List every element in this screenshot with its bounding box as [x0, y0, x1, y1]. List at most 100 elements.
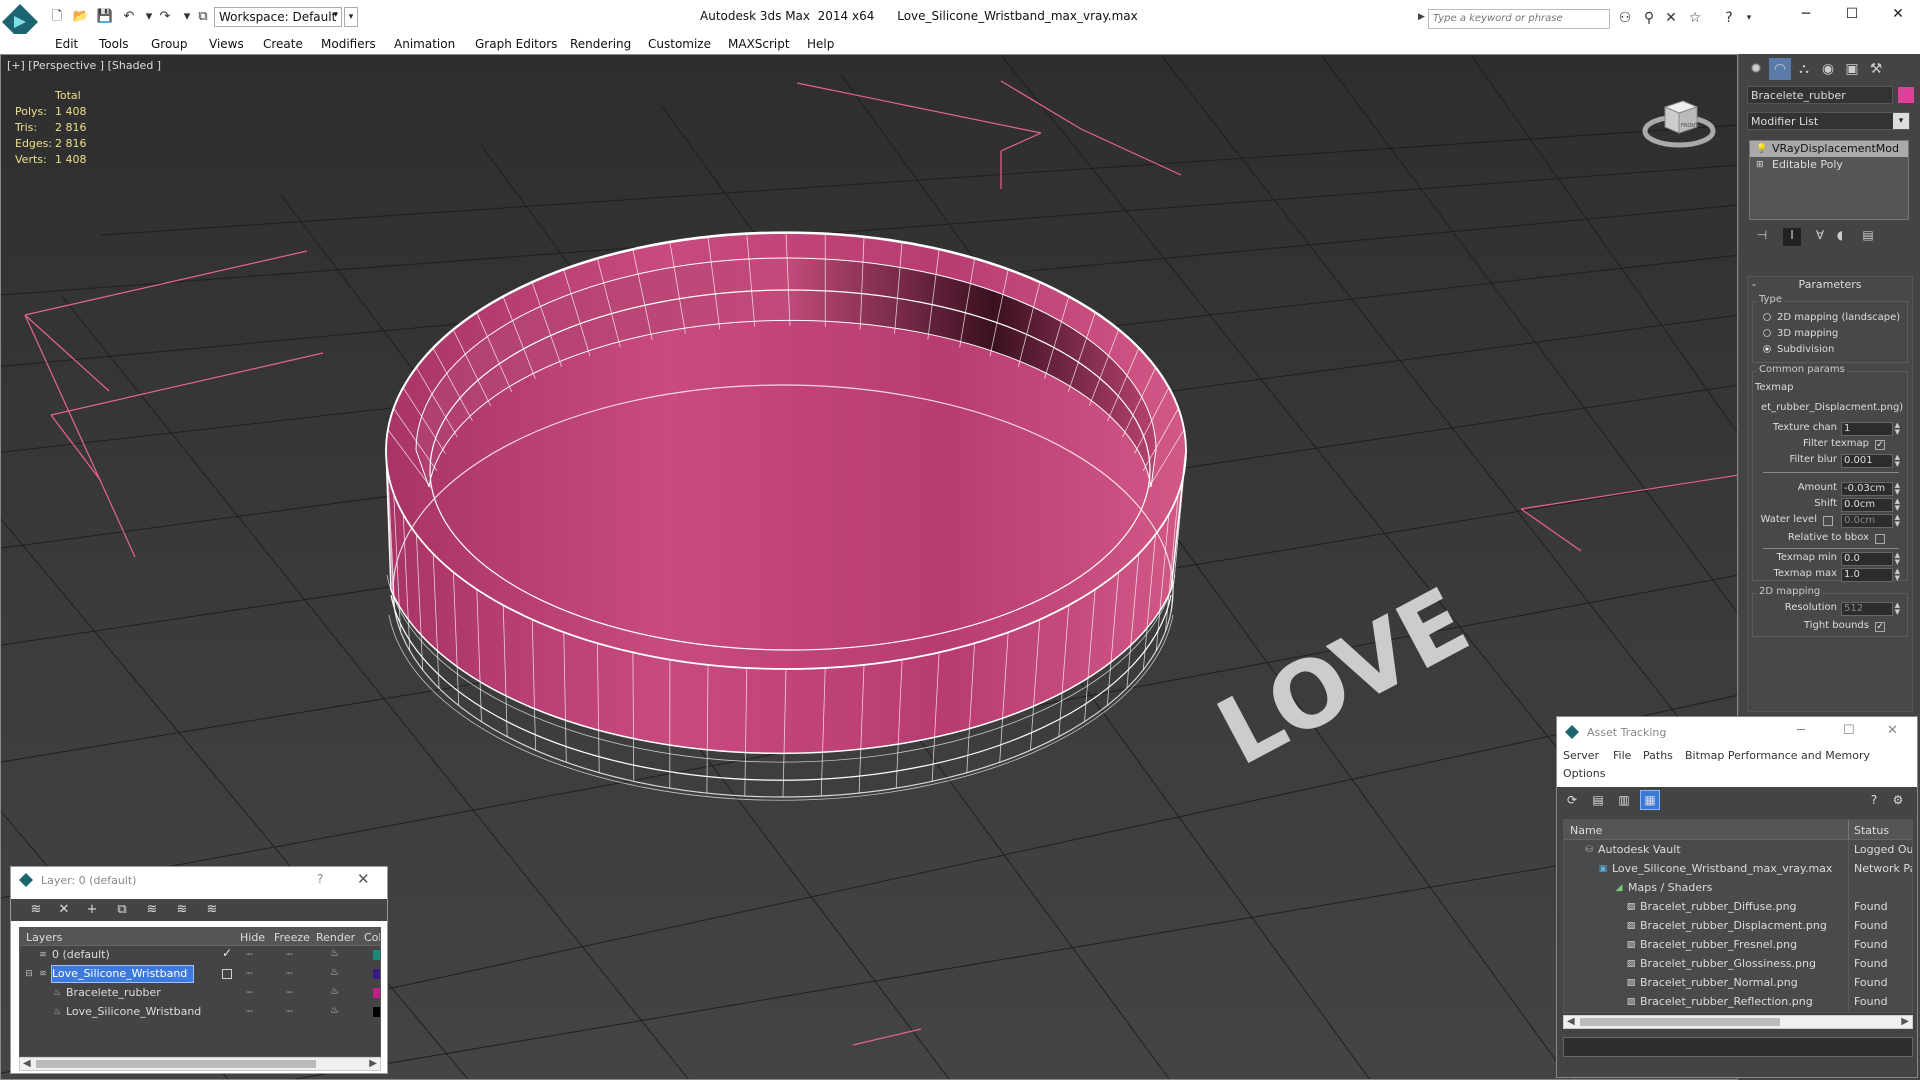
column-color[interactable]: Col	[364, 931, 380, 944]
layer-row[interactable]: ♨ Love_Silicone_Wristband ┉ ┉ ♨	[20, 1003, 380, 1022]
freeze-toggle[interactable]: ┉	[286, 967, 293, 980]
viewcube[interactable]: FRONT	[1641, 85, 1717, 155]
water-level-checkbox[interactable]	[1823, 516, 1833, 526]
workspace-menu-button[interactable]: ▾	[344, 7, 358, 27]
column-render[interactable]: Render	[316, 931, 355, 944]
expand-plus-icon[interactable]: ⊞	[1756, 160, 1766, 170]
freeze-toggle[interactable]: ┉	[286, 986, 293, 999]
display-tab-icon[interactable]: ▣	[1841, 58, 1863, 80]
layer-horizontal-scrollbar[interactable]: ◀ ▶	[19, 1057, 381, 1071]
help-icon[interactable]: ?	[317, 872, 323, 886]
search-expand-icon[interactable]: ▶	[1418, 12, 1425, 22]
viewport-label[interactable]: [+] [Perspective ] [Shaded ]	[7, 59, 161, 72]
scroll-right-icon[interactable]: ▶	[1901, 1016, 1909, 1027]
help-dropdown-icon[interactable]: ▾	[1740, 10, 1758, 26]
radio-subdivision[interactable]: Subdivision	[1763, 344, 1834, 355]
spinner-arrows-icon[interactable]: ▲ ▼	[1895, 454, 1900, 468]
stack-item-vray-displacement[interactable]: 💡 VRayDisplacementMod	[1750, 141, 1908, 157]
modify-tab-icon[interactable]: ◠	[1769, 58, 1791, 80]
filter-blur-spinner[interactable]: 0.001 ▲ ▼	[1841, 454, 1900, 468]
layer-color-swatch[interactable]	[373, 969, 380, 979]
scroll-thumb[interactable]	[1580, 1018, 1780, 1026]
spinner-arrows-icon[interactable]: ▲ ▼	[1895, 422, 1900, 436]
utilities-tab-icon[interactable]: ⚒	[1865, 58, 1887, 80]
close-icon[interactable]: ✕	[1886, 6, 1910, 26]
layer-name[interactable]: Love_Silicone_Wristband	[66, 1004, 207, 1020]
hide-all-icon[interactable]: ≋	[173, 901, 191, 919]
filter-texmap-checkbox[interactable]: ✓	[1875, 440, 1885, 450]
create-tab-icon[interactable]: ✹	[1745, 58, 1767, 80]
radio-2d-mapping[interactable]: 2D mapping (landscape)	[1763, 312, 1900, 323]
menu-edit[interactable]: Edit	[55, 37, 78, 51]
minimize-icon[interactable]: ─	[1794, 6, 1818, 26]
help-icon[interactable]: ?	[1865, 791, 1883, 809]
texmap-button[interactable]: et_rubber_Displacment.png)	[1759, 400, 1903, 416]
menu-modifiers[interactable]: Modifiers	[321, 37, 376, 51]
scroll-right-icon[interactable]: ▶	[369, 1058, 377, 1069]
texmap-min-spinner[interactable]: 0.0 ▲ ▼	[1841, 552, 1900, 566]
settings-gear-icon[interactable]: ⚙	[1889, 791, 1907, 809]
hide-toggle[interactable]: ┉	[246, 967, 253, 980]
spinner-arrows-icon[interactable]: ▲ ▼	[1895, 552, 1900, 566]
menu-group[interactable]: Group	[151, 37, 188, 51]
scroll-left-icon[interactable]: ◀	[23, 1058, 31, 1069]
menu-create[interactable]: Create	[263, 37, 303, 51]
hierarchy-tab-icon[interactable]: ⛬	[1793, 58, 1815, 80]
asset-menu-bitmap-performance[interactable]: Bitmap Performance and Memory	[1685, 749, 1870, 762]
spinner-arrows-icon[interactable]: ▲ ▼	[1895, 498, 1900, 512]
asset-row[interactable]: ▨ Bracelet_rubber_Displacment.png Found	[1564, 916, 1912, 935]
select-in-layer-icon[interactable]: ⧉	[113, 901, 131, 919]
freeze-all-icon[interactable]: ≋	[203, 901, 221, 919]
asset-menu-paths[interactable]: Paths	[1643, 749, 1673, 762]
collapse-minus-icon[interactable]: ⊟	[24, 969, 34, 979]
layer-color-swatch[interactable]	[373, 950, 380, 960]
help-icon[interactable]: ?	[1720, 10, 1738, 26]
texture-chan-spinner[interactable]: 1 ▲ ▼	[1841, 422, 1900, 436]
parameters-header[interactable]: - Parameters	[1748, 277, 1912, 293]
relative-bbox-checkbox[interactable]	[1875, 534, 1885, 544]
amount-spinner[interactable]: -0.03cm ▲ ▼	[1841, 482, 1900, 496]
layer-row[interactable]: ≋ 0 (default) ✓ ┉ ┉ ♨	[20, 946, 380, 965]
list-view-icon[interactable]: ▤	[1589, 791, 1607, 809]
column-status[interactable]: Status	[1854, 824, 1889, 837]
add-to-layer-icon[interactable]: +	[83, 901, 101, 919]
search-input[interactable]: Type a keyword or phrase	[1428, 9, 1610, 29]
scroll-thumb[interactable]	[36, 1060, 316, 1068]
workspace-dropdown[interactable]: Workspace: Default ▾	[214, 7, 342, 27]
freeze-toggle[interactable]: ┉	[286, 1005, 293, 1018]
spinner-arrows-icon[interactable]: ▲ ▼	[1895, 514, 1900, 528]
layer-name[interactable]: Bracelete_rubber	[66, 985, 167, 1001]
asset-menu-options[interactable]: Options	[1563, 767, 1605, 780]
layer-dialog-titlebar[interactable]: Layer: 0 (default) ? ✕	[11, 867, 387, 893]
motion-tab-icon[interactable]: ◉	[1817, 58, 1839, 80]
current-layer-checkbox[interactable]	[222, 969, 232, 979]
redo-icon[interactable]: ↷	[156, 9, 174, 25]
stack-item-editable-poly[interactable]: ⊞ Editable Poly	[1750, 157, 1908, 173]
water-level-spinner[interactable]: 0.0cm ▲ ▼	[1841, 514, 1900, 528]
asset-row[interactable]: ⛁ Autodesk Vault Logged Ou	[1564, 840, 1912, 859]
scroll-left-icon[interactable]: ◀	[1567, 1016, 1575, 1027]
render-teapot-icon[interactable]: ♨	[330, 948, 339, 959]
resolution-spinner[interactable]: 512 ▲ ▼	[1841, 602, 1900, 616]
object-name-field[interactable]: Bracelete_rubber	[1747, 86, 1893, 104]
spinner-arrows-icon[interactable]: ▲ ▼	[1895, 602, 1900, 616]
asset-menu-file[interactable]: File	[1613, 749, 1631, 762]
hide-toggle[interactable]: ┉	[246, 948, 253, 961]
tight-bounds-checkbox[interactable]: ✓	[1875, 622, 1885, 632]
layer-name[interactable]: 0 (default)	[52, 947, 116, 963]
hide-toggle[interactable]: ┉	[246, 1005, 253, 1018]
menu-customize[interactable]: Customize	[648, 37, 711, 51]
modifier-list-dropdown[interactable]: Modifier List ▾	[1747, 112, 1910, 130]
remove-modifier-icon[interactable]: ◖	[1831, 228, 1849, 246]
make-unique-icon[interactable]: ∀	[1811, 228, 1829, 246]
column-freeze[interactable]: Freeze	[274, 931, 310, 944]
asset-row[interactable]: ▨ Bracelet_rubber_Glossiness.png Found	[1564, 954, 1912, 973]
menu-views[interactable]: Views	[209, 37, 244, 51]
asset-horizontal-scrollbar[interactable]: ◀ ▶	[1563, 1015, 1913, 1029]
minimize-icon[interactable]: ─	[1797, 723, 1805, 738]
layer-color-swatch[interactable]	[373, 988, 380, 998]
render-teapot-icon[interactable]: ♨	[330, 986, 339, 997]
radio-3d-mapping[interactable]: 3D mapping	[1763, 328, 1838, 339]
refresh-icon[interactable]: ⟳	[1563, 791, 1581, 809]
binoculars-icon[interactable]: ⚇	[1616, 10, 1634, 26]
